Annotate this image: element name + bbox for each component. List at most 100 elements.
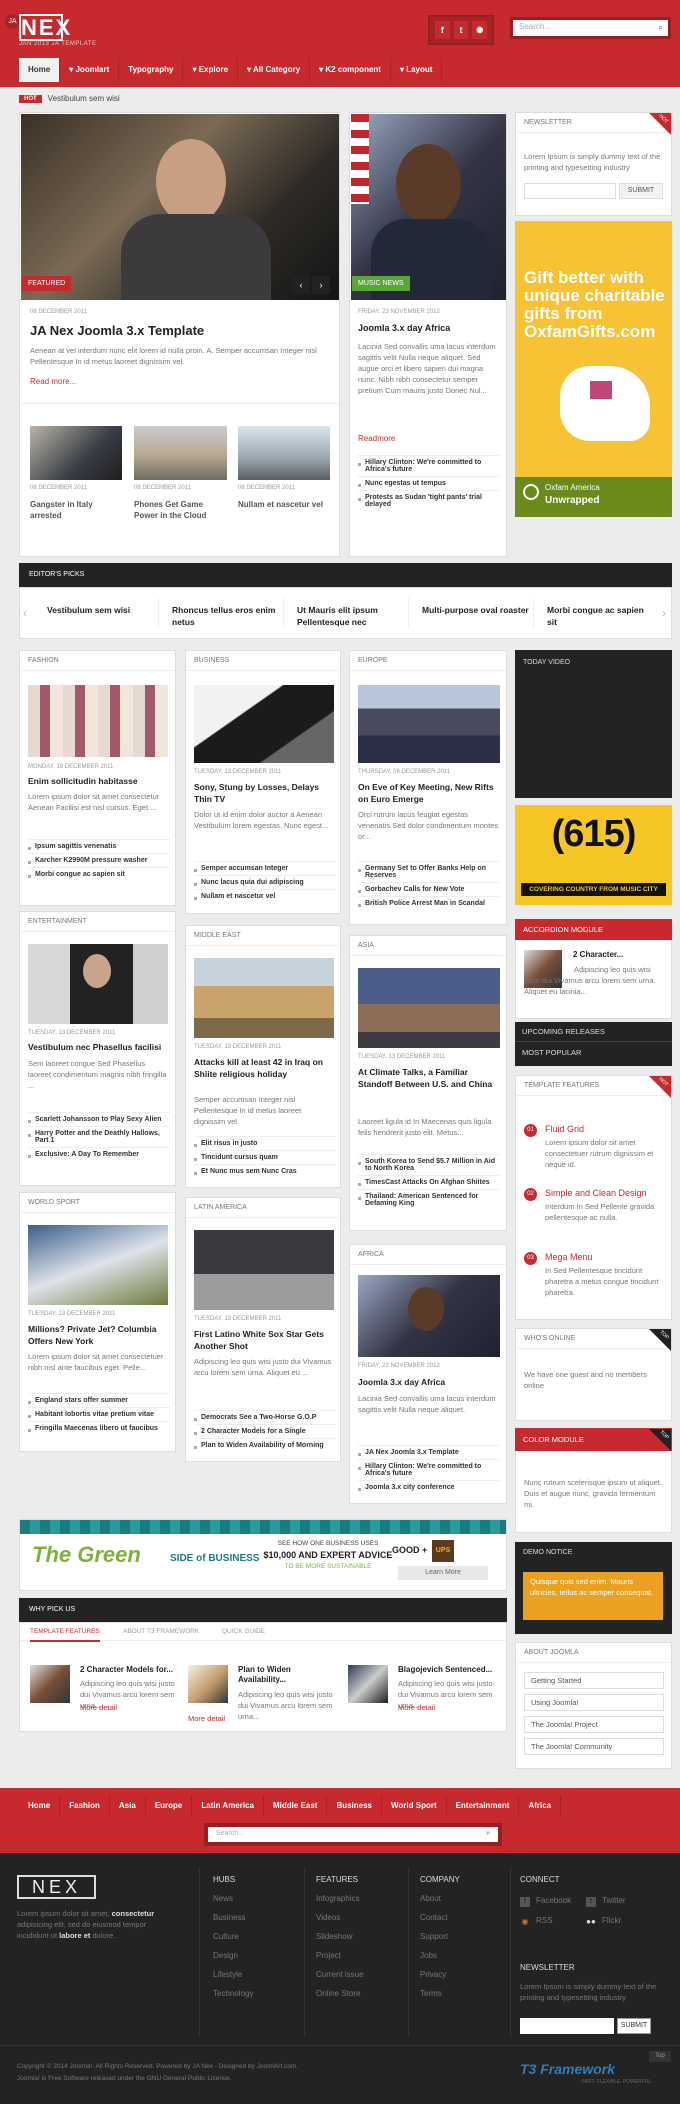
article-title[interactable]: Attacks kill at least 42 in Iraq on Shii… bbox=[194, 1056, 336, 1080]
footer-nav-item[interactable]: Entertainment bbox=[447, 1796, 520, 1815]
prev-arrow-icon[interactable]: ‹ bbox=[292, 276, 310, 294]
why-item-more[interactable]: More detail bbox=[80, 1703, 117, 1712]
article-title[interactable]: Sony, Stung by Losses, Delays Thin TV bbox=[194, 781, 336, 805]
asia-photo[interactable] bbox=[358, 968, 500, 1048]
list-item[interactable]: Fringilla Maecenas libero ut faucibus bbox=[28, 1421, 170, 1435]
site-logo[interactable]: NEX bbox=[19, 14, 70, 41]
category-title[interactable]: LATIN AMERICA bbox=[186, 1198, 340, 1218]
thumb-title[interactable]: Gangster in Italy arrested bbox=[30, 499, 122, 521]
business-photo[interactable] bbox=[194, 685, 334, 763]
search-icon[interactable]: ⌕ bbox=[659, 23, 663, 33]
footer-nav-item[interactable]: Latin America bbox=[192, 1796, 264, 1815]
accordion-tab[interactable]: UPCOMING RELEASES bbox=[515, 1022, 672, 1042]
list-item[interactable]: Habitant lobortis vitae pretium vitae bbox=[28, 1407, 170, 1421]
europe-photo[interactable] bbox=[358, 685, 500, 763]
editors-pick-item[interactable]: Vestibulum sem wisi bbox=[47, 604, 157, 616]
search-icon[interactable]: ⌕ bbox=[486, 1830, 490, 1838]
list-item[interactable]: TimesCast Attacks On Afghan Shiites bbox=[358, 1175, 500, 1189]
footer-newsletter-input[interactable] bbox=[520, 2018, 614, 2034]
footer-newsletter-submit[interactable]: SUBMIT bbox=[617, 2018, 651, 2034]
list-item[interactable]: Semper accumsan Integer bbox=[194, 861, 336, 875]
accordion-title[interactable]: ACCORDION MODULE bbox=[515, 919, 672, 940]
list-item[interactable]: Nunc egestas ut tempus bbox=[358, 476, 500, 490]
editors-pick-item[interactable]: Rhoncus tellus eros enim netus bbox=[172, 604, 282, 628]
article-title[interactable]: Millions? Private Jet? Columbia Offers N… bbox=[28, 1323, 170, 1347]
feature-title[interactable]: Fluid Grid bbox=[545, 1124, 584, 1134]
featured-photo[interactable] bbox=[21, 114, 339, 300]
list-item[interactable]: Democrats See a Two-Horse G.O.P bbox=[194, 1410, 336, 1424]
article-title[interactable]: At Climate Talks, a Familiar Standoff Be… bbox=[358, 1066, 500, 1090]
list-item[interactable]: England stars offer summer bbox=[28, 1393, 170, 1407]
footer-link[interactable]: Lifestyle bbox=[213, 1970, 253, 1979]
footer-link[interactable]: Culture bbox=[213, 1932, 253, 1941]
footer-nav-item[interactable]: Home bbox=[19, 1796, 61, 1815]
footer-search-input[interactable]: Search... ⌕ bbox=[204, 1823, 502, 1846]
article-title[interactable]: First Latino White Sox Star Gets Another… bbox=[194, 1328, 336, 1352]
feature-title[interactable]: Mega Menu bbox=[545, 1252, 593, 1262]
header-search-input[interactable]: Search... ⌕ bbox=[510, 17, 671, 39]
category-title[interactable]: FASHION bbox=[20, 651, 175, 671]
thumb-photo[interactable] bbox=[238, 426, 330, 480]
why-item-more[interactable]: More detail bbox=[398, 1703, 435, 1712]
category-title[interactable]: WORLD SPORT bbox=[20, 1193, 175, 1213]
footer-link[interactable]: Twitter bbox=[602, 1896, 626, 1905]
tab-quick-guide[interactable]: QUICK GUIDE bbox=[222, 1628, 265, 1635]
list-item[interactable]: Nunc lacus quia dui adipiscing bbox=[194, 875, 336, 889]
footer-link[interactable]: Flickr bbox=[602, 1916, 621, 1925]
footer-link[interactable]: Online Store bbox=[316, 1989, 364, 1998]
twitter-icon[interactable]: t bbox=[453, 21, 469, 39]
footer-link[interactable]: Business bbox=[213, 1913, 253, 1922]
nav-home[interactable]: Home bbox=[19, 58, 61, 82]
article-title[interactable]: Enim sollicitudin habitasse bbox=[28, 776, 170, 786]
footer-link[interactable]: Current issue bbox=[316, 1970, 364, 1979]
footer-nav-item[interactable]: Fashion bbox=[60, 1796, 110, 1815]
footer-link[interactable]: Facebook bbox=[536, 1896, 571, 1905]
footer-link[interactable]: Project bbox=[316, 1951, 364, 1960]
category-title[interactable]: ENTERTAINMENT bbox=[20, 912, 175, 932]
nav-typography[interactable]: Typography bbox=[119, 58, 184, 82]
category-title[interactable]: AFRICA bbox=[350, 1245, 506, 1265]
back-to-top-button[interactable]: Top bbox=[649, 2051, 671, 2062]
hot-link[interactable]: Vestibulum sem wisi bbox=[48, 94, 120, 103]
footer-logo[interactable]: NEX bbox=[17, 1875, 96, 1899]
list-item[interactable]: Hillary Clinton: We're committed to Afri… bbox=[358, 1459, 500, 1480]
latin-america-photo[interactable] bbox=[194, 1230, 334, 1310]
why-thumb[interactable] bbox=[348, 1665, 388, 1703]
footer-nav-item[interactable]: Asia bbox=[110, 1796, 146, 1815]
why-item-title[interactable]: Plan to Widen Availability... bbox=[238, 1665, 318, 1685]
nav-explore[interactable]: ▾ Explore bbox=[183, 58, 239, 82]
footer-link[interactable]: Contact bbox=[420, 1913, 460, 1922]
footer-link[interactable]: Technology bbox=[213, 1989, 253, 1998]
list-item[interactable]: Germany Set to Offer Banks Help on Reser… bbox=[358, 861, 500, 882]
nav-joomlart[interactable]: ▾ Joomlart bbox=[60, 58, 120, 82]
footer-nav-item[interactable]: Business bbox=[327, 1796, 383, 1815]
footer-link[interactable]: RSS bbox=[536, 1916, 552, 1925]
tab-template-features[interactable]: TEMPLATE FEATURES bbox=[30, 1628, 100, 1642]
editors-pick-item[interactable]: Morbi congue ac sapien sit bbox=[547, 604, 652, 628]
footer-nav-item[interactable]: Africa bbox=[519, 1796, 562, 1815]
list-item[interactable]: Harry Potter and the Deathly Hallows, Pa… bbox=[28, 1126, 170, 1147]
list-item[interactable]: Tincidunt cursus quam bbox=[194, 1150, 336, 1164]
article-title[interactable]: Joomla 3.x day Africa bbox=[358, 1377, 500, 1387]
footer-nav-item[interactable]: Europe bbox=[146, 1796, 193, 1815]
editors-pick-item[interactable]: Multi-purpose oval roaster bbox=[422, 604, 532, 616]
list-item[interactable]: Protests as Sudan 'tight pants' trial de… bbox=[358, 490, 500, 511]
footer-link[interactable]: Support bbox=[420, 1932, 460, 1941]
category-title[interactable]: EUROPE bbox=[350, 651, 506, 671]
why-item-title[interactable]: 2 Character Models for... bbox=[80, 1665, 173, 1674]
list-item[interactable]: 2 Character Models for a Single bbox=[194, 1424, 336, 1438]
list-item[interactable]: Et Nunc mus sem Nunc Cras bbox=[194, 1164, 336, 1178]
list-item[interactable]: Karcher K2990M pressure washer bbox=[28, 853, 170, 867]
accordion-tab[interactable]: MOST POPULAR bbox=[515, 1042, 672, 1063]
footer-link[interactable]: Videos bbox=[316, 1913, 364, 1922]
footer-link[interactable]: Privacy bbox=[420, 1970, 460, 1979]
category-title[interactable]: BUSINESS bbox=[186, 651, 340, 671]
music-title[interactable]: Joomla 3.x day Africa bbox=[358, 323, 450, 333]
footer-link[interactable]: Slideshow bbox=[316, 1932, 364, 1941]
thumb-title[interactable]: Phones Get Game Power in the Cloud bbox=[134, 499, 229, 521]
fashion-photo[interactable] bbox=[28, 685, 168, 757]
rss-icon[interactable]: ◉ bbox=[472, 21, 488, 39]
list-item[interactable]: Elit risus in justo bbox=[194, 1136, 336, 1150]
category-title[interactable]: MIDDLE EAST bbox=[186, 926, 340, 946]
t3-logo[interactable]: T3 Framework bbox=[520, 2061, 615, 2077]
